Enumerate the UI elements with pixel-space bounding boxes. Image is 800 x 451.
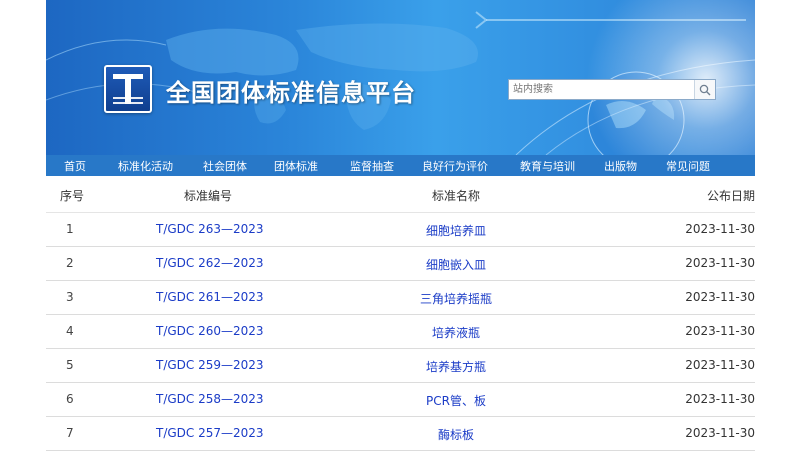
- search-icon: [699, 84, 711, 95]
- logo-stripe: [113, 97, 143, 99]
- logo-stripe: [113, 102, 143, 104]
- publish-date: 2023-11-30: [685, 324, 755, 338]
- standard-code-link[interactable]: T/GDC 261—2023: [156, 290, 264, 304]
- site-title: 全国团体标准信息平台: [166, 79, 416, 107]
- site-search: [508, 79, 716, 100]
- standard-code-link[interactable]: T/GDC 262—2023: [156, 256, 264, 270]
- table-row: 3 T/GDC 261—2023 三角培养摇瓶 2023-11-30: [46, 280, 755, 315]
- row-index: 3: [66, 290, 74, 304]
- nav-item-faq[interactable]: 常见问题: [666, 158, 710, 174]
- table-row: 2 T/GDC 262—2023 细胞嵌入皿 2023-11-30: [46, 246, 755, 281]
- standard-code-link[interactable]: T/GDC 257—2023: [156, 426, 264, 440]
- main-nav: 首页 标准化活动 社会团体 团体标准 监督抽查 良好行为评价 教育与培训 出版物…: [46, 155, 755, 176]
- standard-name-link[interactable]: PCR管、板: [356, 392, 556, 409]
- standard-name-link[interactable]: 培养基方瓶: [356, 358, 556, 375]
- banner-glow: [566, 0, 755, 155]
- publish-date: 2023-11-30: [685, 392, 755, 406]
- standard-name-link[interactable]: 细胞嵌入皿: [356, 256, 556, 273]
- standard-name-link[interactable]: 细胞培养皿: [356, 222, 556, 239]
- table-row: 5 T/GDC 259—2023 培养基方瓶 2023-11-30: [46, 348, 755, 383]
- logo-stem: [125, 79, 131, 104]
- table-header: 序号 标准编号 标准名称 公布日期: [46, 176, 755, 213]
- publish-date: 2023-11-30: [685, 256, 755, 270]
- column-header-index: 序号: [60, 189, 85, 203]
- column-header-name: 标准名称: [432, 189, 481, 203]
- standard-code-link[interactable]: T/GDC 263—2023: [156, 222, 264, 236]
- column-header-code: 标准编号: [184, 189, 233, 203]
- standard-name-link[interactable]: 培养液瓶: [356, 324, 556, 341]
- search-input[interactable]: [509, 80, 691, 99]
- standard-name-link[interactable]: 三角培养摇瓶: [356, 290, 556, 307]
- nav-item-home[interactable]: 首页: [64, 158, 86, 174]
- standard-code-link[interactable]: T/GDC 260—2023: [156, 324, 264, 338]
- row-index: 5: [66, 358, 74, 372]
- nav-item-social-groups[interactable]: 社会团体: [203, 158, 247, 174]
- platform-logo[interactable]: [104, 65, 152, 113]
- row-index: 2: [66, 256, 74, 270]
- table-row: 4 T/GDC 260—2023 培养液瓶 2023-11-30: [46, 314, 755, 349]
- table-row: 7 T/GDC 257—2023 酶标板 2023-11-30: [46, 416, 755, 451]
- publish-date: 2023-11-30: [685, 222, 755, 236]
- nav-item-group-standards[interactable]: 团体标准: [274, 158, 318, 174]
- table-row: 1 T/GDC 263—2023 细胞培养皿 2023-11-30: [46, 212, 755, 247]
- table-row: 6 T/GDC 258—2023 PCR管、板 2023-11-30: [46, 382, 755, 417]
- nav-item-publications[interactable]: 出版物: [604, 158, 637, 174]
- header-banner: 全国团体标准信息平台: [46, 0, 755, 155]
- publish-date: 2023-11-30: [685, 290, 755, 304]
- column-header-date: 公布日期: [706, 189, 755, 203]
- standard-name-link[interactable]: 酶标板: [356, 426, 556, 443]
- standard-code-link[interactable]: T/GDC 259—2023: [156, 358, 264, 372]
- row-index: 6: [66, 392, 74, 406]
- page: 全国团体标准信息平台 首页 标准化活动 社会团体 团体标准 监督抽查 良好行为评…: [0, 0, 800, 451]
- publish-date: 2023-11-30: [685, 426, 755, 440]
- nav-item-standardization-activities[interactable]: 标准化活动: [118, 158, 173, 174]
- publish-date: 2023-11-30: [685, 358, 755, 372]
- nav-item-education-training[interactable]: 教育与培训: [520, 158, 575, 174]
- standard-code-link[interactable]: T/GDC 258—2023: [156, 392, 264, 406]
- search-button[interactable]: [694, 80, 715, 99]
- row-index: 7: [66, 426, 74, 440]
- nav-item-good-conduct[interactable]: 良好行为评价: [422, 158, 488, 174]
- nav-item-supervision[interactable]: 监督抽查: [350, 158, 394, 174]
- row-index: 1: [66, 222, 74, 236]
- row-index: 4: [66, 324, 74, 338]
